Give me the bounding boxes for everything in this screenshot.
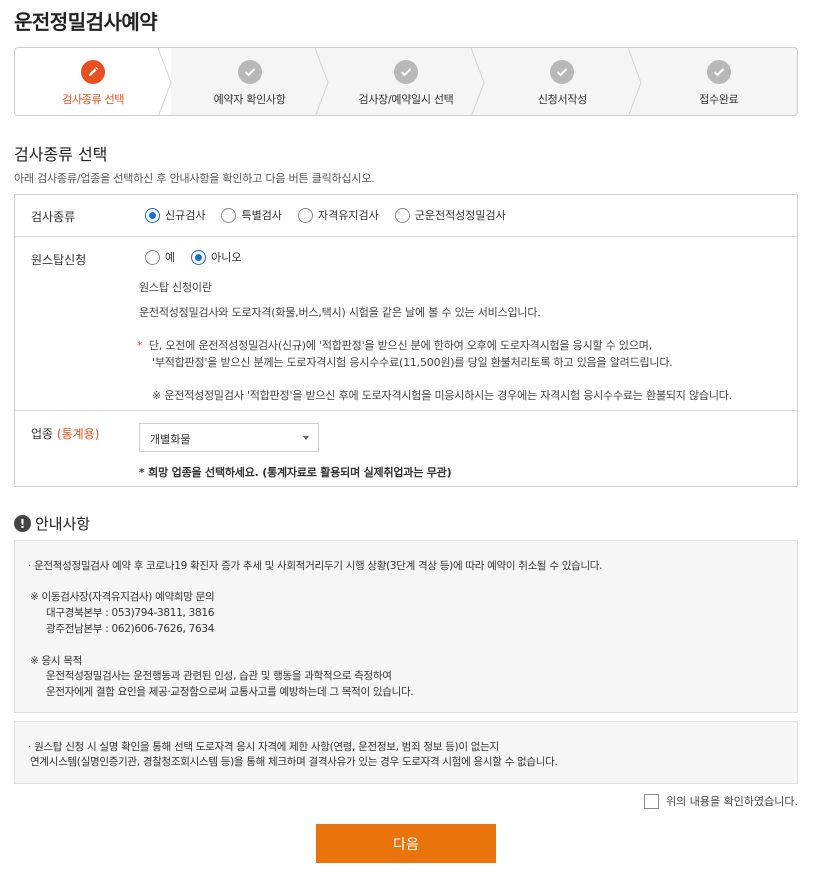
check-icon	[237, 60, 262, 84]
onestop-info-title: 원스탑 신청이란	[139, 281, 212, 294]
guide-line: 운전적성정밀검사는 운전행동과 관련된 인성, 습관 및 행동을 과학적으로 측…	[46, 670, 392, 682]
guide-line: · 운전적성정밀검사 예약 후 코로나19 확진자 증가 추세 및 사회적거리두…	[28, 560, 603, 572]
step-reserver-check: 예약자 확인사항	[171, 48, 329, 115]
step-exam-type: 검사종류 선택	[15, 48, 172, 115]
onestop-radio-group: 예 아니오	[145, 249, 258, 265]
progress-stepper: 검사종류 선택 예약자 확인사항 검사장/예약일시 선택 신청서작성 접수완료	[14, 47, 798, 116]
onestop-label: 원스탑신청	[31, 253, 87, 267]
radio-onestop-no[interactable]: 아니오	[191, 249, 242, 265]
guide-line: 운전자에게 결함 요인을 제공·교정함으로써 교통사고를 예방하는데 그 목적이…	[46, 686, 414, 698]
onestop-row: 원스탑신청 예 아니오 원스탑 신청이란 운전적성정밀검사와 도로자격(화물,버…	[15, 237, 797, 411]
exam-type-radio-group: 신규검사 특별검사 자격유지검사 군운전적성정밀검사	[145, 207, 522, 223]
check-icon	[550, 60, 575, 84]
guide-line: 연계시스템(실명인증기관, 경찰청조회시스템 등)을 통해 체크하며 결격사유가…	[30, 756, 558, 768]
radio-special-exam[interactable]: 특별검사	[221, 207, 282, 223]
step-site-datetime: 검사장/예약일시 선택	[328, 48, 485, 115]
step-label: 검사장/예약일시 선택	[358, 93, 454, 106]
guide-box-2: · 원스탑 신청 시 실명 확인을 통해 선택 도로자격 응시 자격에 제한 사…	[14, 721, 798, 784]
pencil-icon	[81, 60, 106, 84]
guide-line: ※ 응시 목적	[30, 655, 83, 667]
onestop-notice-line1: * 단, 오전에 운전적성정밀검사(신규)에 '적합판정'을 받으신 분에 한하…	[137, 339, 652, 352]
exam-form: 검사종류 신규검사 특별검사 자격유지검사 군운전적성정밀검사 원스탑신청 예 …	[14, 194, 798, 487]
radio-new-exam[interactable]: 신규검사	[145, 207, 205, 223]
radio-dot[interactable]	[221, 207, 237, 223]
radio-qualification-exam[interactable]: 자격유지검사	[297, 207, 379, 223]
checkbox-box[interactable]	[644, 793, 660, 809]
step-label: 검사종류 선택	[62, 93, 125, 106]
next-button[interactable]: 다음	[316, 824, 496, 863]
exam-type-row: 검사종류 신규검사 특별검사 자격유지검사 군운전적성정밀검사	[15, 195, 797, 237]
radio-onestop-yes[interactable]: 예	[145, 249, 175, 265]
step-label: 접수완료	[699, 93, 739, 106]
guide-line: · 원스탑 신청 시 실명 확인을 통해 선택 도로자격 응시 자격에 제한 사…	[28, 741, 499, 753]
onestop-notice-line2: '부적합판정'을 받으신 분께는 도로자격시험 응시수수료(11,500원)를 …	[152, 356, 673, 369]
guide-line: 광주전남본부 : 062)606-7626, 7634	[46, 623, 215, 635]
check-icon	[706, 60, 731, 84]
alert-icon: !	[14, 515, 31, 532]
step-label: 예약자 확인사항	[213, 93, 286, 106]
chevron-down-icon	[303, 436, 309, 440]
page-title: 운전정밀검사예약	[14, 10, 158, 34]
guide-line: ※ 이동검사장(자격유지검사) 예약희망 문의	[30, 591, 215, 603]
industry-note: * 희망 업종을 선택하세요. (통계자료로 활용되며 실제취업과는 무관)	[139, 466, 452, 479]
section-description: 아래 검사종류/업종을 선택하신 후 안내사항을 확인하고 다음 버튼 클릭하십…	[14, 172, 375, 185]
exam-type-label: 검사종류	[31, 210, 76, 224]
guide-title: ! 안내사항	[14, 513, 90, 534]
radio-dot[interactable]	[145, 207, 160, 223]
industry-select[interactable]: 개별화물	[139, 423, 319, 452]
radio-dot[interactable]	[394, 207, 410, 223]
onestop-info-desc: 운전적성정밀검사와 도로자격(화물,버스,택시) 시험을 같은 날에 볼 수 있…	[139, 306, 541, 319]
onestop-notice-line3: ※ 운전적성정밀검사 '적합판정'을 받으신 후에 도로자격시험을 미응시하시는…	[152, 389, 732, 402]
step-label: 신청서작성	[537, 93, 587, 106]
section-title: 검사종류 선택	[14, 145, 108, 164]
guide-line: 대구경북본부 : 053)794-3811, 3816	[46, 607, 215, 619]
radio-dot[interactable]	[145, 249, 160, 265]
confirm-checkbox[interactable]: 위의 내용을 확인하였습니다.	[644, 793, 798, 809]
step-complete: 접수완료	[641, 48, 797, 115]
check-icon	[394, 60, 419, 84]
radio-dot[interactable]	[297, 207, 313, 223]
industry-label: 업종 (통계용)	[31, 427, 100, 441]
radio-military-exam[interactable]: 군운전적성정밀검사	[394, 207, 506, 223]
industry-row: 업종 (통계용) 개별화물 * 희망 업종을 선택하세요. (통계자료로 활용되…	[15, 411, 797, 487]
guide-box-1: · 운전적성정밀검사 예약 후 코로나19 확진자 증가 추세 및 사회적거리두…	[14, 540, 798, 713]
step-application: 신청서작성	[484, 48, 642, 115]
radio-dot[interactable]	[191, 249, 207, 265]
